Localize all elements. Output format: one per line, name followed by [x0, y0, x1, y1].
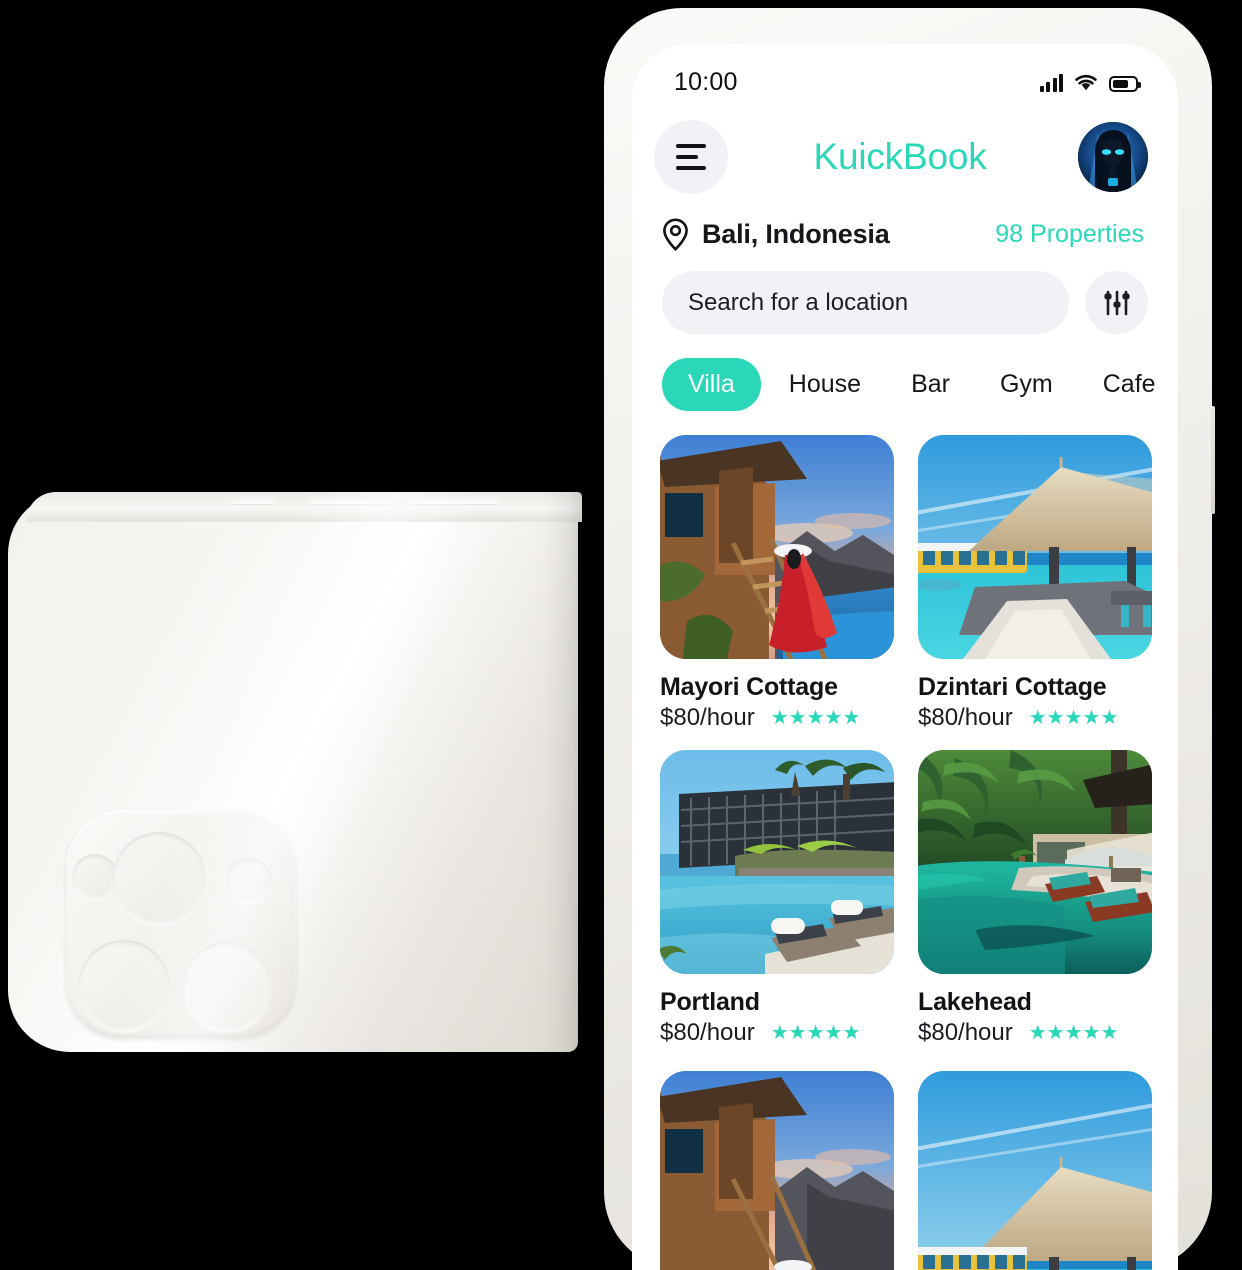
phone-button-nub — [308, 493, 392, 504]
camera-bump — [66, 810, 296, 1038]
property-price: $80/hour — [918, 704, 1013, 731]
avatar[interactable] — [1078, 122, 1148, 192]
treehouse-cliff-sunset-image — [660, 1071, 894, 1270]
back-phone-device — [8, 492, 582, 1052]
camera-lens-tele — [182, 942, 272, 1032]
property-title: Lakehead — [918, 988, 1032, 1016]
category-chip-bar[interactable]: Bar — [889, 358, 972, 411]
infinity-pool-loungers-image — [660, 750, 894, 974]
wifi-icon — [1075, 74, 1097, 90]
scene-root: 10:00 KuickBook Bali, Indonesia 98 Prope… — [0, 0, 1242, 1270]
app-bar: KuickBook — [632, 106, 1178, 194]
rating-stars: ★★★★★ — [1028, 1022, 1119, 1044]
status-bar: 10:00 — [632, 44, 1178, 106]
rating-stars: ★★★★★ — [770, 707, 861, 729]
property-meta: $80/hour ★★★★★ — [918, 704, 1152, 732]
location-row: Bali, Indonesia 98 Properties — [632, 194, 1178, 251]
property-price: $80/hour — [660, 1019, 755, 1046]
camera-lens-main — [112, 832, 206, 926]
property-thumbnail[interactable] — [660, 435, 894, 659]
status-time: 10:00 — [674, 67, 738, 96]
property-meta: $80/hour ★★★★★ — [660, 704, 894, 732]
property-card[interactable]: Lakehead $80/hour ★★★★★ — [918, 750, 1152, 1047]
property-card[interactable] — [660, 1065, 894, 1270]
property-thumbnail[interactable] — [918, 750, 1152, 974]
thatched-pier-pavilion-image — [918, 1071, 1152, 1270]
property-thumbnail[interactable] — [918, 435, 1152, 659]
property-count-number: 98 — [995, 220, 1024, 248]
camera-lens-small — [226, 858, 272, 904]
property-title: Mayori Cottage — [660, 673, 838, 701]
property-card[interactable]: Portland $80/hour ★★★★★ — [660, 750, 894, 1047]
sliders-filter-icon[interactable] — [1085, 271, 1148, 334]
map-pin-icon — [663, 218, 688, 251]
category-chip-cafe[interactable]: Cafe — [1081, 358, 1178, 411]
thatched-pier-pavilion-image — [918, 435, 1152, 659]
property-card[interactable]: Mayori Cottage $80/hour ★★★★★ — [660, 435, 894, 732]
phone-button-nub — [230, 493, 276, 504]
status-indicators — [1039, 73, 1141, 92]
hamburger-menu-icon[interactable] — [654, 120, 728, 194]
rating-stars: ★★★★★ — [1028, 707, 1119, 729]
search-row — [632, 251, 1178, 334]
category-chip-villa[interactable]: Villa — [662, 358, 761, 411]
category-chip-list[interactable]: Villa House Bar Gym Cafe Meting — [632, 334, 1178, 411]
search-input[interactable] — [688, 288, 1043, 317]
property-price: $80/hour — [918, 1019, 1013, 1046]
phone-button-nub — [408, 493, 500, 504]
property-thumbnail[interactable] — [660, 1071, 894, 1270]
filter-glyph — [1103, 290, 1130, 315]
rating-stars: ★★★★★ — [770, 1022, 861, 1044]
jungle-pool-umbrellas-image — [918, 750, 1152, 974]
avatar-image — [1078, 122, 1148, 192]
property-price: $80/hour — [660, 704, 755, 731]
phone-screen: 10:00 KuickBook Bali, Indonesia 98 Prope… — [632, 44, 1178, 1270]
property-thumbnail[interactable] — [660, 750, 894, 974]
location-name: Bali, Indonesia — [702, 219, 890, 249]
category-chip-house[interactable]: House — [767, 358, 883, 411]
property-card[interactable] — [918, 1065, 1152, 1270]
camera-lens-wide — [78, 940, 170, 1032]
property-thumbnail[interactable] — [918, 1071, 1152, 1270]
search-box[interactable] — [662, 271, 1069, 334]
property-grid: Mayori Cottage $80/hour ★★★★★ Dzintari C… — [632, 411, 1178, 1270]
property-meta: $80/hour ★★★★★ — [918, 1019, 1152, 1047]
battery-icon — [1109, 75, 1141, 92]
front-phone-device: 10:00 KuickBook Bali, Indonesia 98 Prope… — [604, 8, 1215, 1270]
property-count: 98 Properties — [995, 220, 1144, 249]
property-count-label: Properties — [1030, 220, 1144, 248]
cellular-signal-icon — [1039, 73, 1063, 92]
property-card[interactable]: Dzintari Cottage $80/hour ★★★★★ — [918, 435, 1152, 732]
treehouse-cliff-sunset-image — [660, 435, 894, 659]
location-left[interactable]: Bali, Indonesia — [662, 218, 890, 251]
property-title: Portland — [660, 988, 760, 1016]
app-title: KuickBook — [813, 136, 987, 177]
property-title: Dzintari Cottage — [918, 673, 1107, 701]
property-meta: $80/hour ★★★★★ — [660, 1019, 894, 1047]
category-chip-gym[interactable]: Gym — [978, 358, 1075, 411]
